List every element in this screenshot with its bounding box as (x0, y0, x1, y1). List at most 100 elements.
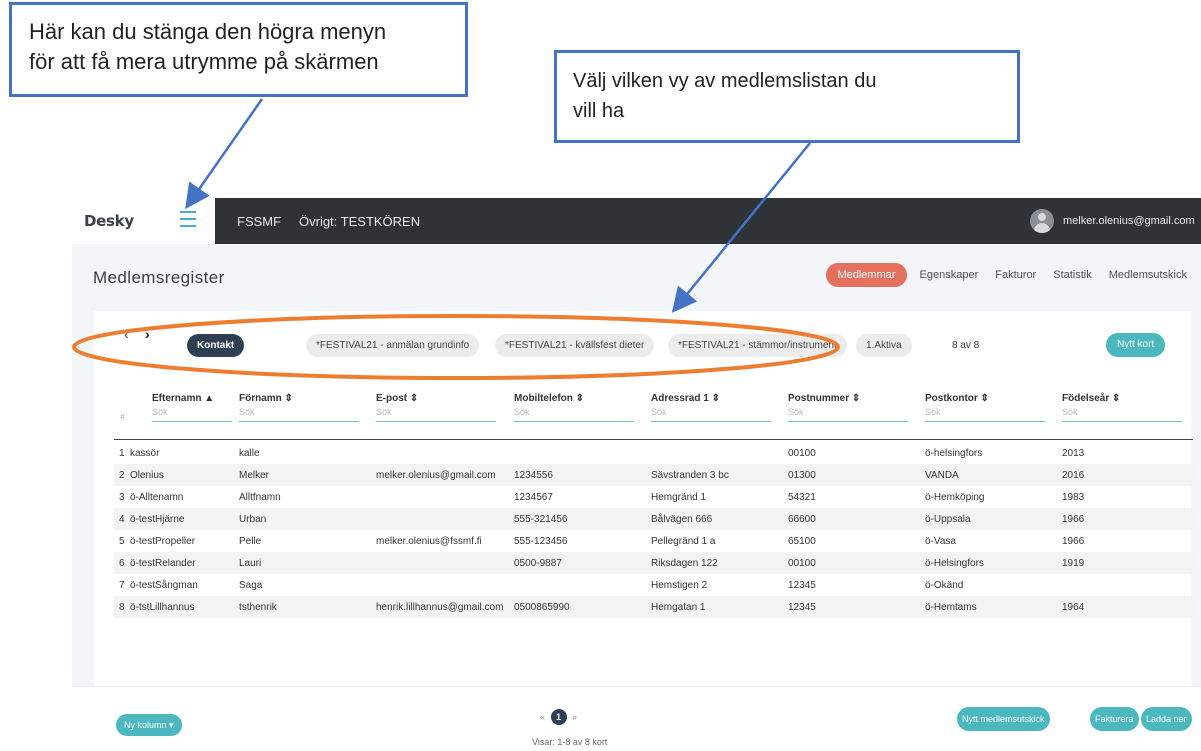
table-cell: Riksdagen 122 (651, 558, 718, 569)
new-column-button[interactable]: Ny kolumn ▾ (116, 714, 182, 736)
column-header[interactable]: Mobiltelefon ⇕ (514, 393, 584, 404)
column-search-input[interactable]: Sök (239, 406, 359, 422)
table-row[interactable]: 5 ö-testPropeller Pelle melker.olenius@fssm… (114, 530, 1193, 552)
table-cell: Melker (239, 470, 270, 481)
table-cell: 1966 (1062, 514, 1085, 525)
next-view-icon[interactable]: › (145, 326, 150, 342)
table-cell: 66600 (788, 514, 816, 525)
column-header[interactable]: Förnamn ⇕ (239, 393, 293, 404)
view-selector: ‹ › 8 av 8 Nytt kort Kontakt *FESTIVAL21 … (94, 311, 1191, 357)
table-cell: ö-Vasa (925, 536, 956, 547)
column-header[interactable]: Födelseår ⇕ (1062, 393, 1120, 404)
view-chip[interactable]: *FESTIVAL21 - kvällsfest dieter (495, 334, 655, 357)
column-search-input[interactable]: Sök (514, 406, 634, 422)
tab-medlemmar[interactable]: Medlemmar (826, 263, 907, 287)
showing-count: Visar: 1-8 av 8 kort (532, 737, 608, 747)
table-cell: Bålvägen 666 (651, 514, 713, 525)
callout-line: vill ha (573, 100, 625, 122)
table-cell: 00100 (788, 558, 816, 569)
column-header[interactable]: Postkontor ⇕ (925, 393, 989, 404)
table-row[interactable]: 4 ö-testHjärne Urban 555-321456 Bålvägen 666… (114, 508, 1193, 530)
table-cell: Lauri (239, 558, 262, 569)
table-cell: Urban (239, 514, 267, 525)
table-cell: Saga (239, 580, 263, 591)
new-mailing-button[interactable]: Nytt medlemsutskick (957, 707, 1050, 731)
org-bar: FSSMF Övrigt: TESTKÖREN melker.olenius@g… (215, 198, 1201, 244)
table-row[interactable]: 7 ö-testSångman Saga Hemstigen 2 12345 ö-Okän… (114, 574, 1193, 596)
table-cell: melker.olenius@fssmf.fi (376, 536, 482, 547)
column-header[interactable]: Efternamn ▲ (152, 393, 214, 404)
tab-medlemsutskick[interactable]: Medlemsutskick (1109, 263, 1187, 287)
download-button[interactable]: Ladda ner (1141, 707, 1192, 731)
callout-close-menu: Här kan du stänga den högra menyn för at… (9, 2, 468, 97)
invoice-button[interactable]: Fakturera (1090, 707, 1139, 731)
table-cell: Sävstranden 3 bc (651, 470, 729, 481)
callout-line: Välj vilken vy av medlemslistan du (573, 70, 877, 92)
table-cell: VANDA (925, 470, 959, 481)
table-cell: 01300 (788, 470, 816, 481)
table-cell: 12345 (788, 602, 816, 613)
column-search-input[interactable]: Sök (651, 406, 771, 422)
table-cell: Pelle (239, 536, 262, 547)
view-chip[interactable]: *FESTIVAL21 - anmälan grundinfo (306, 334, 480, 357)
callout-line: Här kan du stänga den högra menyn (29, 19, 387, 44)
table-cell: Hemgränd 1 (651, 492, 707, 503)
table-row[interactable]: 3 ö-Alltenamn Alltfnamn 1234567 Hemgränd 1 54… (114, 486, 1193, 508)
table-cell: 0500865990 (514, 602, 570, 613)
table-cell: melker.olenius@gmail.com (376, 470, 496, 481)
table-cell: ö-testSångman (130, 580, 198, 591)
table-row[interactable]: 6 ö-testRelander Lauri 0500-9887 Riksdagen 1… (114, 552, 1193, 574)
table-cell: ö-testPropeller (130, 536, 196, 547)
card-count: 8 av 8 (952, 340, 980, 351)
view-chip[interactable]: *FESTIVAL21 - stämmor/instrument (668, 334, 847, 357)
table-cell: 1919 (1062, 558, 1085, 569)
table-cell: 6 (119, 558, 125, 569)
table-cell: kassör (130, 448, 160, 459)
column-header[interactable]: E-post ⇕ (376, 393, 418, 404)
table-row[interactable]: 8 ö-tstLillhannus tsthenrik henrik.lillhann… (114, 596, 1193, 618)
table-row[interactable]: 2 Olenius Melker melker.olenius@gmail.com 12… (114, 464, 1193, 486)
org-link[interactable]: FSSMF (237, 214, 281, 229)
table-row[interactable]: 1 kassör kalle 00100 ö-helsingfors 2013 (114, 442, 1193, 464)
prev-page-icon[interactable]: « (540, 712, 545, 722)
table-cell: 1983 (1062, 492, 1085, 503)
header-divider (114, 439, 1193, 440)
view-chip[interactable]: 1.Aktiva (856, 334, 912, 357)
page-tabs: Medlemmar Egenskaper Fakturor Statistik Medl… (826, 262, 1201, 288)
table-cell: 2 (119, 470, 125, 481)
tab-fakturor[interactable]: Fakturor (995, 263, 1036, 287)
column-search-input[interactable]: Sök (925, 406, 1045, 422)
column-search-input[interactable]: Sök (788, 406, 908, 422)
tab-egenskaper[interactable]: Egenskaper (920, 263, 979, 287)
table-cell: Hemgatan 1 (651, 602, 706, 613)
page-1-button[interactable]: 1 (550, 709, 567, 725)
table-cell: ö-Okänd (925, 580, 964, 591)
column-search-input[interactable]: Sök (376, 406, 496, 422)
row-number-header: # (120, 412, 126, 422)
table-cell: 00100 (788, 448, 816, 459)
table-cell: 65100 (788, 536, 816, 547)
next-page-icon[interactable]: » (572, 712, 577, 722)
column-header[interactable]: Adressrad 1 ⇕ (651, 393, 720, 404)
column-header[interactable]: Postnummer ⇕ (788, 393, 860, 404)
table-cell: ö-tstLillhannus (130, 602, 195, 613)
app-window: Desky FSSMF Övrigt: TESTKÖREN melker.ole… (72, 198, 1201, 751)
table-cell: 1 (119, 448, 125, 459)
view-chip[interactable]: Kontakt (187, 334, 245, 357)
footer-bar: Ny kolumn ▾ « 1 » Visar: 1-8 av 8 kort N… (72, 686, 1201, 751)
table-cell: 2013 (1062, 448, 1085, 459)
table-cell: 1964 (1062, 602, 1085, 613)
table-cell: 7 (119, 580, 125, 591)
group-link[interactable]: Övrigt: TESTKÖREN (299, 214, 420, 229)
user-avatar-icon[interactable] (1030, 209, 1054, 233)
table-cell: 8 (119, 602, 125, 613)
column-search-input[interactable]: Sök (1062, 406, 1182, 422)
hamburger-menu-icon[interactable] (180, 211, 196, 229)
tab-statistik[interactable]: Statistik (1053, 263, 1092, 287)
user-email[interactable]: melker.olenius@gmail.com (1063, 215, 1195, 227)
table-cell: 0500-9887 (514, 558, 562, 569)
column-search-input[interactable]: Sök (152, 406, 232, 422)
arrow-to-hamburger (185, 98, 264, 210)
prev-view-icon[interactable]: ‹ (124, 326, 129, 342)
new-card-button[interactable]: Nytt kort (1106, 333, 1166, 357)
